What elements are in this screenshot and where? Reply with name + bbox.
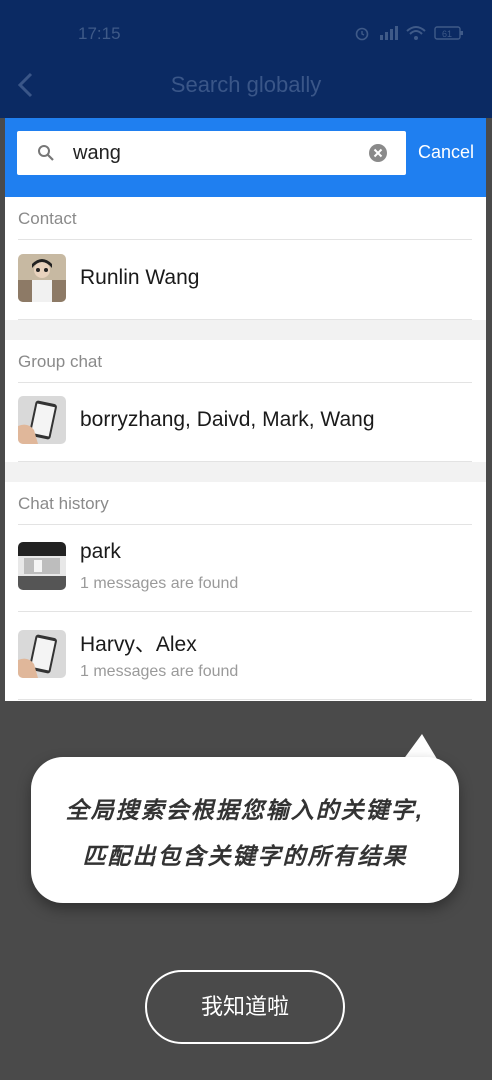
tooltip-line-2: 匹配出包含关键字的所有结果 — [82, 843, 408, 869]
nav-bar: Search globally — [0, 60, 492, 110]
signal-icon — [380, 26, 398, 40]
page-title: Search globally — [170, 72, 322, 97]
wifi-icon — [406, 26, 426, 40]
section-gap — [5, 320, 486, 340]
avatar — [18, 254, 66, 302]
status-icons: 61 — [354, 25, 464, 41]
chat-avatar — [18, 542, 66, 590]
chat-avatar — [18, 630, 66, 678]
group-avatar — [18, 396, 66, 444]
chat-history-subtitle: 1 messages are found — [80, 575, 239, 592]
chat-history-subtitle: 1 messages are found — [80, 663, 239, 680]
group-chat-name: borryzhang, Daivd, Mark, Wang — [80, 408, 375, 431]
section-gap — [5, 462, 486, 482]
search-icon — [37, 144, 55, 167]
battery-icon: 61 — [434, 26, 463, 40]
chat-history-row[interactable]: park 1 messages are found — [18, 524, 472, 612]
section-header-contact: Contact — [18, 197, 472, 240]
battery-level: 61 — [442, 29, 452, 39]
alarm-icon — [355, 27, 369, 41]
group-chat-row[interactable]: borryzhang, Daivd, Mark, Wang — [18, 382, 472, 462]
search-results-panel: Cancel Contact Runlin Wang Group chat bo… — [5, 118, 486, 701]
status-bar: 17:15 61 — [0, 0, 492, 60]
chat-history-row[interactable]: Harvy、Alex 1 messages are found — [18, 612, 472, 700]
status-time: 17:15 — [78, 24, 121, 43]
search-box[interactable] — [17, 131, 406, 175]
search-input[interactable] — [73, 139, 353, 167]
chat-history-name: Harvy、Alex — [80, 633, 197, 656]
guide-tooltip: 全局搜索会根据您输入的关键字, 匹配出包含关键字的所有结果 — [31, 757, 459, 903]
contact-row[interactable]: Runlin Wang — [18, 240, 472, 320]
cancel-button[interactable]: Cancel — [418, 142, 474, 163]
section-header-chat-history: Chat history — [18, 482, 472, 525]
search-bar: Cancel — [5, 118, 486, 197]
tooltip-line-1: 全局搜索会根据您输入的关键字, — [65, 797, 425, 823]
section-header-group-chat: Group chat — [18, 340, 472, 383]
clear-icon[interactable] — [369, 144, 387, 167]
got-it-button[interactable]: 我知道啦 — [145, 970, 345, 1044]
contact-name: Runlin Wang — [80, 266, 200, 289]
chat-history-name: park — [80, 540, 121, 563]
